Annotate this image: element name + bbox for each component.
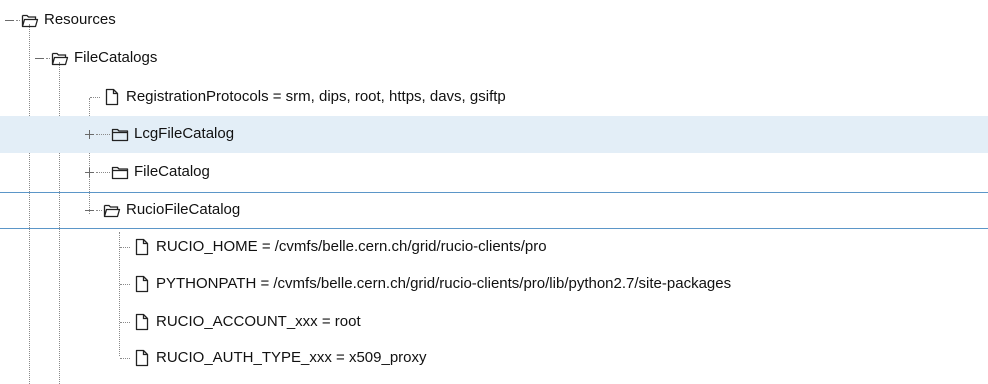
tree-node-filecatalogs[interactable]: FileCatalogs xyxy=(0,40,988,77)
expand-toggle[interactable] xyxy=(84,129,95,140)
file-icon xyxy=(103,88,121,106)
folder-open-icon xyxy=(51,49,69,67)
file-icon xyxy=(133,313,151,331)
tree-connector xyxy=(120,322,130,323)
tree-connector xyxy=(46,58,50,59)
tree-node-pythonpath[interactable]: PYTHONPATH = /cvmfs/belle.cern.ch/grid/r… xyxy=(0,266,988,303)
tree-node-filecatalog[interactable]: FileCatalog xyxy=(0,154,988,191)
folder-open-icon xyxy=(103,201,121,219)
collapse-toggle[interactable] xyxy=(4,15,15,26)
folder-open-icon xyxy=(21,11,39,29)
tree-connector xyxy=(120,284,130,285)
collapse-toggle[interactable] xyxy=(84,205,95,216)
collapse-toggle[interactable] xyxy=(34,53,45,64)
tree-connector xyxy=(120,358,130,359)
folder-icon xyxy=(111,163,129,181)
tree-connector xyxy=(16,20,20,21)
tree-connector xyxy=(96,210,102,211)
tree-node-label: RUCIO_ACCOUNT_xxx = root xyxy=(156,313,361,330)
tree-node-label: Resources xyxy=(44,11,116,28)
tree-node-registration-protocols[interactable]: RegistrationProtocols = srm, dips, root,… xyxy=(0,79,988,116)
file-icon xyxy=(133,275,151,293)
tree-node-rucio-auth-type[interactable]: RUCIO_AUTH_TYPE_xxx = x509_proxy xyxy=(0,340,988,377)
tree-node-rucio-account[interactable]: RUCIO_ACCOUNT_xxx = root xyxy=(0,304,988,341)
folder-icon xyxy=(111,125,129,143)
tree-connector xyxy=(120,247,130,248)
tree-node-label: FileCatalogs xyxy=(74,49,158,66)
tree-connector xyxy=(90,97,100,98)
config-tree: Resources FileCatalogs RegistrationProto… xyxy=(0,0,988,384)
tree-node-label: PYTHONPATH = /cvmfs/belle.cern.ch/grid/r… xyxy=(156,275,732,292)
tree-node-rucio-home[interactable]: RUCIO_HOME = /cvmfs/belle.cern.ch/grid/r… xyxy=(0,229,988,266)
tree-node-label: RUCIO_HOME = /cvmfs/belle.cern.ch/grid/r… xyxy=(156,238,547,255)
tree-node-label: LcgFileCatalog xyxy=(134,125,235,142)
file-icon xyxy=(133,349,151,367)
tree-node-lcgfilecatalog[interactable]: LcgFileCatalog xyxy=(0,116,988,153)
tree-connector xyxy=(96,172,110,173)
tree-node-label: FileCatalog xyxy=(134,163,210,180)
expand-toggle[interactable] xyxy=(84,167,95,178)
tree-node-label: RucioFileCatalog xyxy=(126,201,241,218)
file-icon xyxy=(133,238,151,256)
tree-node-label: RUCIO_AUTH_TYPE_xxx = x509_proxy xyxy=(156,349,427,366)
tree-node-label: RegistrationProtocols = srm, dips, root,… xyxy=(126,88,506,105)
tree-node-resources[interactable]: Resources xyxy=(0,2,988,39)
tree-node-ruciofilecatalog[interactable]: RucioFileCatalog xyxy=(0,192,988,229)
tree-connector xyxy=(96,134,110,135)
